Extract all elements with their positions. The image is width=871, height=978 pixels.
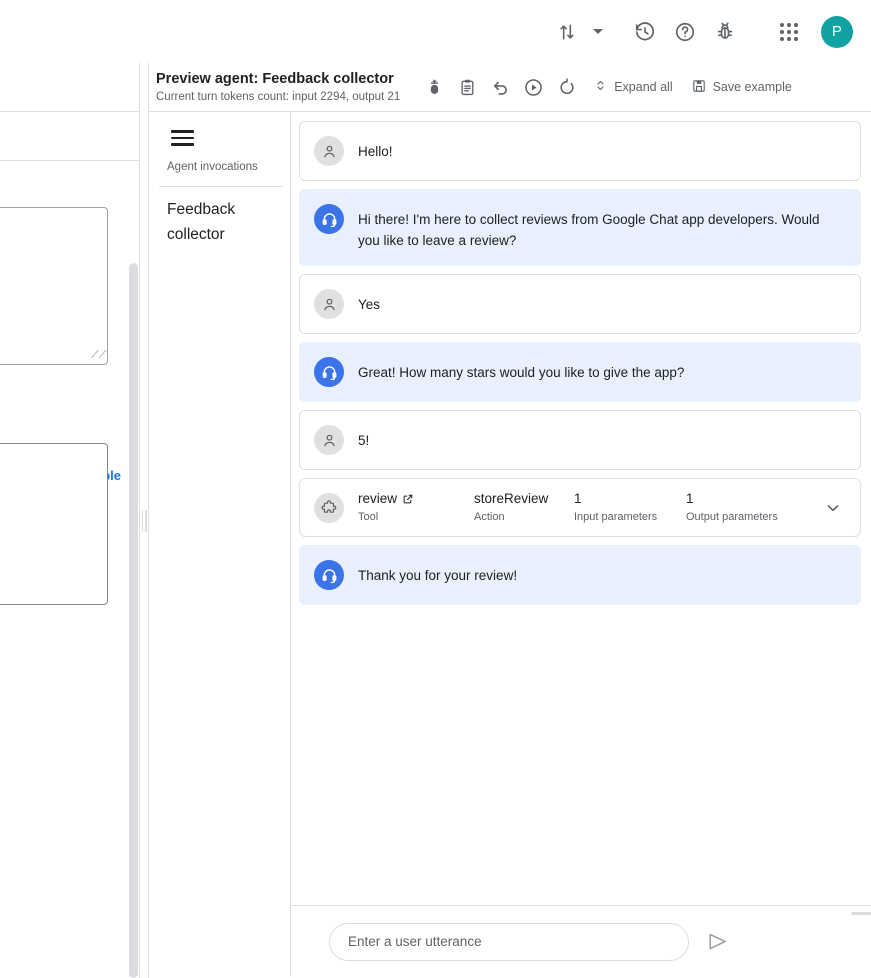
help-icon[interactable]: [665, 12, 705, 52]
splitter-grip-icon: [142, 510, 147, 532]
tool-action-column: storeReview Action: [474, 490, 574, 525]
person-icon: [314, 289, 344, 319]
sort-transfer-icon[interactable]: [547, 12, 587, 52]
resize-grip-icon[interactable]: ⟋⟋: [91, 349, 103, 361]
chevron-down-icon[interactable]: [820, 495, 846, 521]
preview-body: Agent invocations Feedback collector Hel…: [149, 112, 871, 977]
rail-divider: [159, 186, 283, 187]
agent-invocations-rail: Agent invocations Feedback collector: [149, 112, 291, 977]
puzzle-piece-icon: [314, 493, 344, 523]
tool-input-column: 1 Input parameters: [574, 490, 686, 525]
message-text: 5!: [358, 425, 369, 451]
save-example-label: Save example: [713, 80, 792, 94]
message-text: Hi there! I'm here to collect reviews fr…: [358, 204, 828, 251]
tool-output-value: 1: [686, 490, 694, 508]
tool-input-value: 1: [574, 490, 582, 508]
list-item: Thank you for your review!: [299, 545, 861, 605]
tool-invocation-row[interactable]: review Tool: [299, 478, 861, 537]
conversation-list: Hello! Hi there! I'm here to collect rev…: [291, 112, 871, 905]
message-text: Great! How many stars would you like to …: [358, 357, 684, 383]
open-in-new-icon[interactable]: [402, 493, 414, 505]
clipboard-icon[interactable]: [451, 70, 484, 104]
token-count-status: Current turn tokens count: input 2294, o…: [156, 89, 400, 105]
list-item: Yes: [299, 274, 861, 334]
message-text: Yes: [358, 289, 380, 315]
tool-action-value: storeReview: [474, 490, 548, 508]
person-icon: [314, 425, 344, 455]
top-app-bar: P: [0, 0, 871, 63]
expand-all-label: Expand all: [614, 80, 672, 94]
top-app-bar-actions: P: [547, 12, 871, 52]
tool-action-caption: Action: [474, 509, 574, 525]
bug-icon[interactable]: [705, 12, 745, 52]
list-item: Hello!: [299, 121, 861, 181]
tools-description: r tools, including ions using data: [0, 799, 112, 839]
panel-splitter[interactable]: [140, 63, 148, 978]
tool-name-column: review Tool: [358, 490, 474, 525]
tool-output-caption: Output parameters: [686, 509, 806, 525]
save-example-button[interactable]: Save example: [689, 70, 798, 104]
message-text: Hello!: [358, 136, 393, 162]
left-panel-scrollbar[interactable]: [129, 263, 138, 978]
tool-invocation-columns: review Tool: [358, 490, 806, 525]
conversation-column: Hello! Hi there! I'm here to collect rev…: [291, 112, 871, 977]
undo-icon[interactable]: [484, 70, 517, 104]
list-item: Hi there! I'm here to collect reviews fr…: [299, 189, 861, 266]
preview-panel: Preview agent: Feedback collector Curren…: [148, 63, 871, 978]
play-circle-icon[interactable]: [517, 70, 550, 104]
tool-input-caption: Input parameters: [574, 509, 686, 525]
preview-header-actions: Expand all Save example: [418, 70, 798, 104]
message-text: Thank you for your review!: [358, 560, 517, 586]
hamburger-menu-icon[interactable]: [171, 126, 195, 150]
instructions-hint: ructions using syntax rence another: [0, 666, 110, 726]
headset-icon: [314, 204, 344, 234]
agent-invocations-label: Agent invocations: [167, 159, 287, 175]
preview-header: Preview agent: Feedback collector Curren…: [149, 63, 871, 112]
rail-item-feedback-collector[interactable]: Feedback collector: [167, 197, 279, 247]
tool-name-caption: Tool: [358, 509, 474, 525]
left-panel-divider-1: [0, 111, 140, 112]
person-icon: [314, 136, 344, 166]
save-icon: [691, 78, 707, 97]
chevron-down-icon[interactable]: [587, 12, 609, 52]
goal-textarea[interactable]: velopers. e is the ⟋⟋: [0, 207, 108, 365]
refresh-icon[interactable]: [550, 70, 583, 104]
tool-name-value: review: [358, 490, 397, 508]
android-bug-icon[interactable]: [418, 70, 451, 104]
list-item: 5!: [299, 410, 861, 470]
list-item: Great! How many stars would you like to …: [299, 342, 861, 402]
conversation-scrollbar[interactable]: [851, 912, 871, 915]
tool-output-column: 1 Output parameters: [686, 490, 806, 525]
left-panel-divider-2: [0, 160, 140, 161]
page-title: Preview agent: Feedback collector: [156, 70, 400, 88]
send-icon[interactable]: [699, 924, 735, 960]
user-utterance-input[interactable]: [329, 923, 689, 961]
expand-all-button[interactable]: Expand all: [591, 70, 678, 104]
unfold-more-icon: [593, 78, 608, 96]
headset-icon: [314, 560, 344, 590]
left-editor-panel: velopers. e is the ⟋⟋ Sample it. , confi…: [0, 63, 140, 978]
headset-icon: [314, 357, 344, 387]
avatar[interactable]: P: [821, 16, 853, 48]
apps-grid-icon[interactable]: [769, 12, 809, 52]
preview-header-titles: Preview agent: Feedback collector Curren…: [155, 70, 400, 105]
instructions-textarea[interactable]: it. , confirm tore the ater: [0, 443, 108, 605]
history-icon[interactable]: [625, 12, 665, 52]
composer: [291, 905, 871, 977]
